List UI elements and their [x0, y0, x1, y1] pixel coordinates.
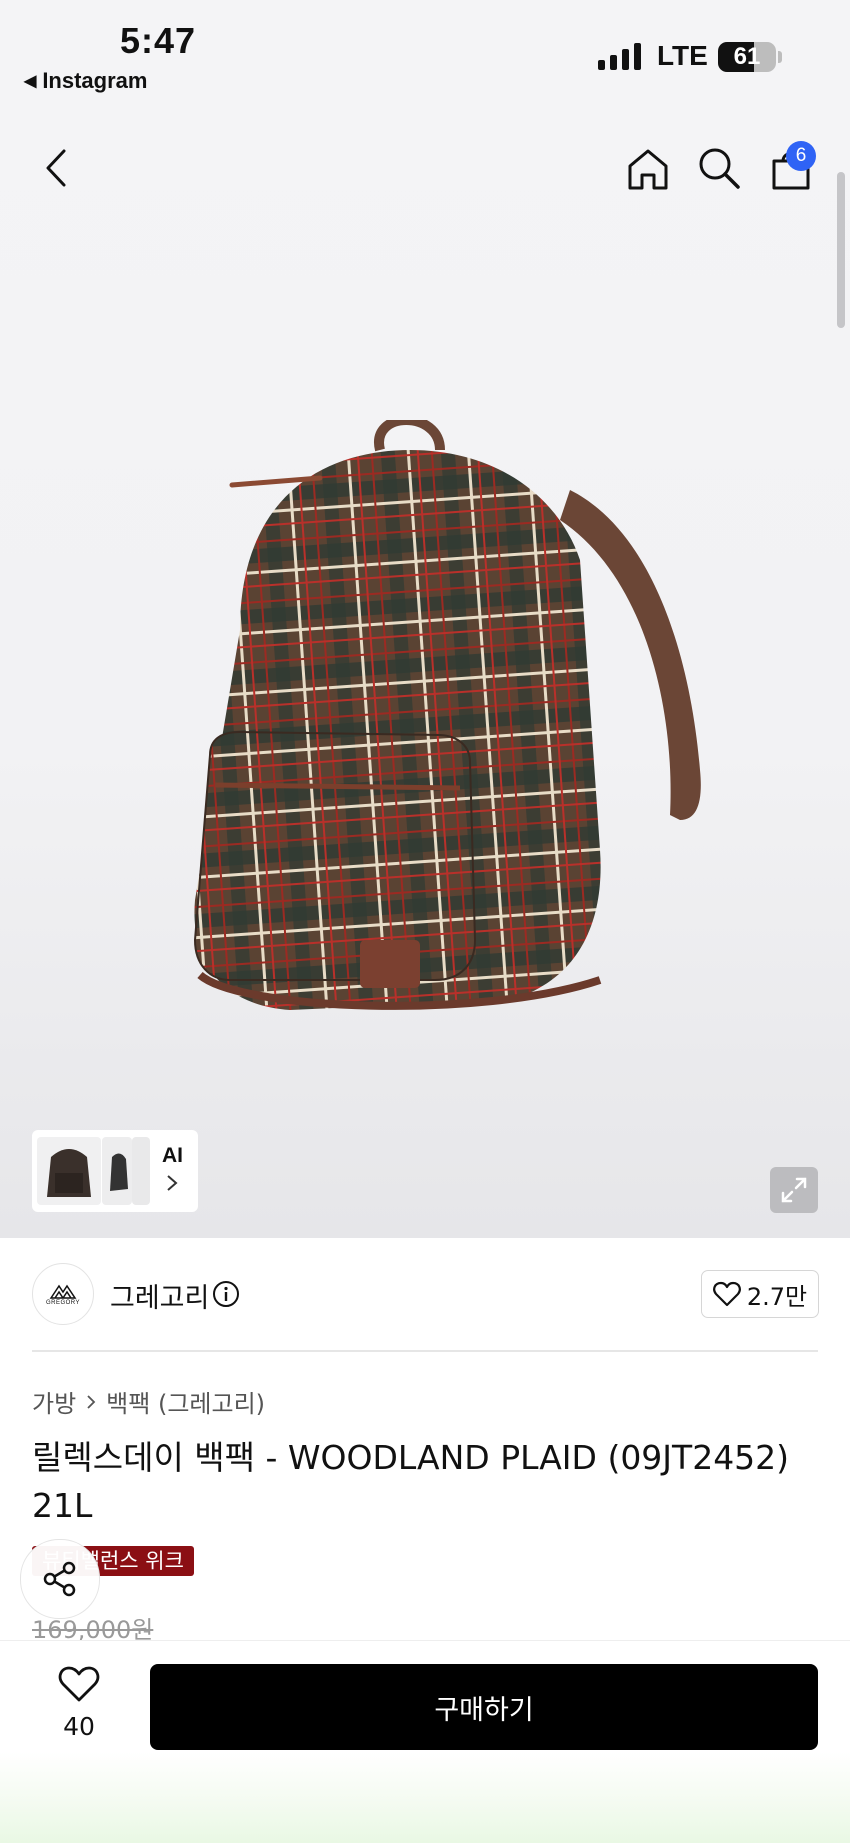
thumbnail-1[interactable]: [37, 1137, 101, 1205]
battery-nub: [778, 51, 782, 63]
scrollbar[interactable]: [837, 172, 845, 328]
divider: [32, 1350, 818, 1352]
share-button[interactable]: [20, 1539, 100, 1619]
buy-button[interactable]: 구매하기: [150, 1664, 818, 1750]
back-to-app-link[interactable]: ◀ Instagram: [24, 68, 147, 94]
battery-icon: 61: [718, 42, 776, 72]
gregory-logo-icon: [49, 1284, 77, 1299]
brand-name[interactable]: 그레고리: [110, 1276, 209, 1315]
share-icon: [43, 1561, 76, 1597]
chevron-right-icon: [166, 1174, 178, 1196]
back-app-label: Instagram: [42, 68, 148, 93]
search-icon[interactable]: [696, 145, 742, 191]
status-time: 5:47: [120, 20, 197, 61]
expand-icon: [781, 1177, 807, 1203]
back-triangle-icon: ◀: [24, 73, 37, 90]
product-image-area[interactable]: 5:47 ◀ Instagram LTE 61 6 AI: [0, 0, 850, 1238]
brand-like-button[interactable]: 2.7만: [701, 1270, 819, 1318]
brand-logo-text: GREGORY: [45, 1299, 81, 1306]
thumbnail-strip[interactable]: AI: [32, 1130, 198, 1212]
breadcrumb: 가방 백팩 (그레고리): [32, 1384, 265, 1419]
thumbnail-2[interactable]: [102, 1137, 132, 1205]
heart-icon: [58, 1666, 100, 1702]
ai-label: AI: [162, 1144, 183, 1167]
info-icon[interactable]: [212, 1280, 240, 1312]
brand-like-count: 2.7만: [746, 1282, 808, 1311]
signal-icon: [598, 40, 641, 70]
brand-logo[interactable]: GREGORY: [32, 1263, 94, 1325]
back-chevron-icon[interactable]: [36, 142, 76, 194]
chevron-right-icon: [86, 1388, 96, 1416]
heart-icon: [713, 1281, 741, 1307]
thumbnail-3[interactable]: [132, 1137, 150, 1205]
product-title: 릴렉스데이 백팩 - WOODLAND PLAID (09JT2452) 21L: [32, 1438, 790, 1525]
expand-button[interactable]: [770, 1167, 818, 1213]
cart-count-badge: 6: [786, 141, 816, 171]
breadcrumb-item[interactable]: 백팩 (그레고리): [106, 1384, 265, 1419]
product-image: [193, 420, 701, 1010]
network-label: LTE: [657, 40, 708, 71]
wishlist-count: 40: [63, 1712, 95, 1741]
wishlist-button[interactable]: [54, 1665, 104, 1707]
home-icon[interactable]: [624, 145, 672, 193]
breadcrumb-item[interactable]: 가방: [32, 1384, 76, 1419]
